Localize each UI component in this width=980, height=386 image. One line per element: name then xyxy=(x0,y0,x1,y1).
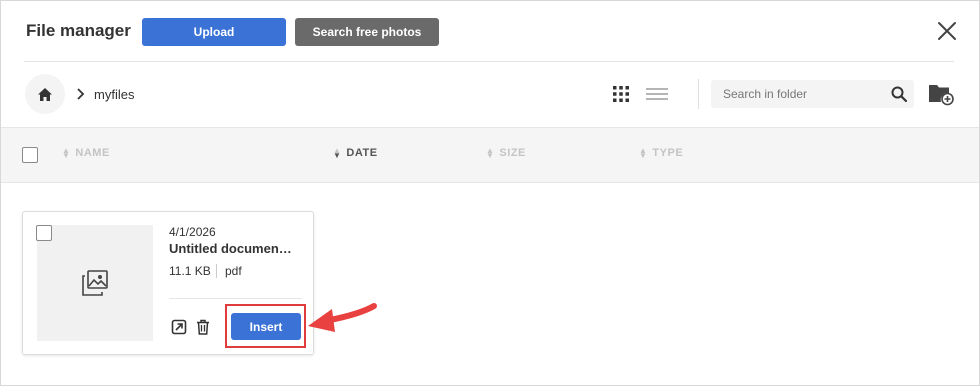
file-name[interactable]: Untitled documen… xyxy=(169,241,304,256)
insert-button[interactable]: Insert xyxy=(231,313,301,340)
column-type[interactable]: ▲ ▼ TYPE xyxy=(639,146,684,160)
annotation-arrow xyxy=(308,303,377,332)
grid-view-icon[interactable] xyxy=(613,86,629,102)
sort-icon: ▲ ▼ xyxy=(486,146,495,160)
search-in-folder-input[interactable] xyxy=(711,80,893,108)
search-icon[interactable] xyxy=(891,86,907,102)
image-placeholder-icon xyxy=(82,270,108,296)
breadcrumb-myfiles[interactable]: myfiles xyxy=(94,87,134,102)
file-size: 11.1 KB xyxy=(169,264,211,278)
new-folder-icon[interactable] xyxy=(928,82,954,106)
home-icon xyxy=(38,87,52,101)
column-date[interactable]: ▲ ▼ DATE xyxy=(333,146,378,160)
column-header-bar: ▲ ▼ NAME ▲ ▼ DATE ▲ ▼ SIZE ▲ ▼ TYPE xyxy=(1,127,979,183)
column-size[interactable]: ▲ ▼ SIZE xyxy=(486,146,526,160)
header-divider xyxy=(24,61,954,62)
sort-icon: ▲ ▼ xyxy=(333,146,342,160)
file-type: pdf xyxy=(225,264,242,278)
file-card[interactable]: 4/1/2026 Untitled documen… 11.1 KB pdf I… xyxy=(22,211,314,355)
search-free-photos-button[interactable]: Search free photos xyxy=(295,18,439,46)
select-all-checkbox[interactable] xyxy=(22,147,38,163)
column-name-label: NAME xyxy=(75,147,110,159)
file-checkbox[interactable] xyxy=(36,225,52,241)
card-divider xyxy=(169,298,302,299)
toolbar-separator xyxy=(698,79,699,109)
sort-icon: ▲ ▼ xyxy=(62,146,71,160)
file-date: 4/1/2026 xyxy=(169,225,216,239)
trash-icon[interactable] xyxy=(195,319,211,335)
chevron-right-icon xyxy=(77,88,85,100)
file-thumbnail xyxy=(37,225,153,341)
close-icon[interactable] xyxy=(936,20,958,42)
search-box xyxy=(711,80,914,108)
column-type-label: TYPE xyxy=(652,147,684,159)
sort-icon: ▲ ▼ xyxy=(639,146,648,160)
meta-separator xyxy=(216,264,217,278)
column-date-label: DATE xyxy=(346,147,378,159)
dialog-title: File manager xyxy=(26,21,131,40)
upload-button[interactable]: Upload xyxy=(142,18,286,46)
home-button[interactable] xyxy=(25,74,65,114)
open-external-icon[interactable] xyxy=(171,319,187,335)
list-view-icon[interactable] xyxy=(646,87,668,101)
column-name[interactable]: ▲ ▼ NAME xyxy=(62,146,110,160)
column-size-label: SIZE xyxy=(499,147,526,159)
